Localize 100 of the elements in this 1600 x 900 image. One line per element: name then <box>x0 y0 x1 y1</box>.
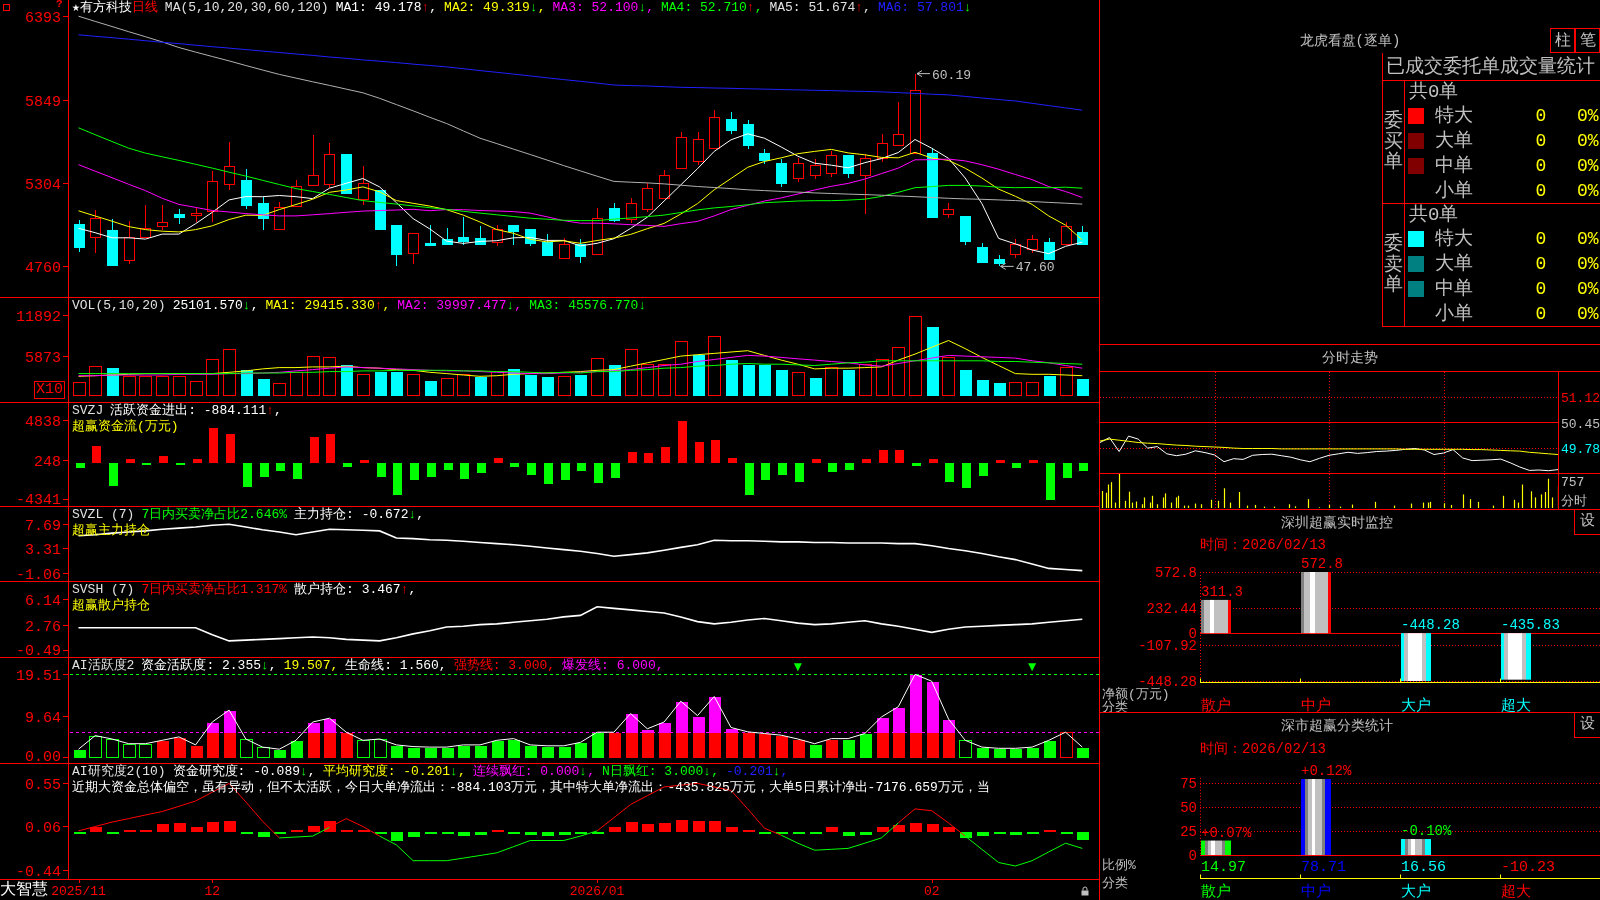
bar <box>141 462 151 465</box>
bar <box>242 462 252 487</box>
view-toggle-button[interactable]: 柱 <box>1550 28 1575 53</box>
bar <box>1009 748 1022 758</box>
candlestick <box>743 119 754 149</box>
bar <box>1026 382 1039 396</box>
order-percent: 0% <box>1577 252 1599 275</box>
period-label: 日线 <box>131 0 158 16</box>
date-time-label: 时间：2026/02/13 <box>1200 741 1326 757</box>
bar <box>926 732 939 758</box>
bar <box>125 458 135 463</box>
bar <box>859 364 872 396</box>
bar <box>825 739 838 758</box>
bar-value-label: -448.28 <box>1401 617 1460 634</box>
app-name: 大智慧 <box>0 880 48 900</box>
indicator-readout: 7日内买卖净占比1.317% <box>141 582 288 598</box>
bar <box>173 737 186 758</box>
settings-button[interactable]: 设 <box>1574 713 1600 738</box>
bar <box>658 732 671 758</box>
bar <box>794 462 804 482</box>
bar <box>507 831 520 834</box>
indicator-readout: MA3: 52.100↓, <box>552 0 654 16</box>
bar <box>524 374 537 396</box>
bar <box>993 382 1006 396</box>
bar <box>926 326 939 396</box>
bar-value-label: 78.71 <box>1301 859 1346 876</box>
bar <box>942 732 955 758</box>
settings-button[interactable]: 设 <box>1574 510 1600 535</box>
axis-tick-label: 75 <box>1180 775 1197 792</box>
bar <box>541 376 554 396</box>
axis-tick-label: 4760 <box>25 259 61 277</box>
axis-tick-label: 248 <box>34 453 61 471</box>
axis-title: 分类 <box>1102 700 1128 712</box>
order-count: 0 <box>1534 227 1548 250</box>
bar <box>909 822 922 832</box>
bar <box>593 462 603 483</box>
bar <box>909 732 922 758</box>
help-mark: ? <box>56 0 63 9</box>
indicator-readout: 散户持仓: 3.467↑, <box>294 582 417 598</box>
bar <box>507 739 520 758</box>
bar <box>892 732 905 758</box>
bar <box>175 462 185 465</box>
indicator-name: VOL(5,10,20) <box>72 298 166 314</box>
indicator-name: MA(5,10,20,30,60,120) <box>164 0 329 16</box>
bar <box>892 824 905 832</box>
category-label: 散户 <box>1201 884 1231 900</box>
bar <box>878 449 888 463</box>
indicator-name: SVZL (7) <box>72 507 135 523</box>
bar <box>1076 831 1089 840</box>
bar <box>675 819 688 832</box>
bar <box>374 831 387 834</box>
bar <box>760 462 770 480</box>
order-type-label: 中单 <box>1435 154 1474 177</box>
axis-tick-label: 5849 <box>25 93 61 111</box>
bar <box>625 349 638 396</box>
order-count: 0 <box>1534 277 1548 300</box>
bar <box>560 462 570 480</box>
indicator-readout: 连续飘红: 0.000↓, <box>472 764 595 780</box>
candlestick <box>943 202 954 219</box>
bar <box>474 745 487 758</box>
bar <box>692 732 705 758</box>
order-count: 0 <box>1534 252 1548 275</box>
bar <box>340 732 353 758</box>
bar <box>591 831 604 834</box>
chart-mode-label: 分时 <box>1561 495 1587 509</box>
bar <box>558 746 571 758</box>
bar <box>792 739 805 758</box>
axis-tick-label: 5873 <box>25 349 61 367</box>
bar <box>725 359 738 396</box>
price-tick-label: 51.12 <box>1561 391 1600 407</box>
change-label: +0.07% <box>1201 824 1252 841</box>
bar <box>627 451 637 463</box>
bar <box>944 462 954 482</box>
bar <box>156 823 169 832</box>
bar <box>340 364 353 396</box>
bar <box>91 445 101 463</box>
price-annotation: 47.60 <box>1000 260 1055 276</box>
bar <box>842 369 855 396</box>
bar <box>694 441 704 463</box>
bar <box>876 732 889 758</box>
axis-tick-label: -1.06 <box>16 566 61 581</box>
bar <box>643 452 653 463</box>
bar <box>474 376 487 396</box>
order-count: 0 <box>1534 179 1548 202</box>
axis-tick-label: 5304 <box>25 176 61 194</box>
bar <box>392 462 402 495</box>
bar <box>225 433 235 463</box>
axis-tick-label: 7.69 <box>25 517 61 535</box>
view-toggle-button[interactable]: 笔 <box>1575 28 1600 53</box>
date-time-label: 时间：2026/02/13 <box>1200 537 1326 553</box>
indicator-name: AI活跃度2 <box>72 658 135 674</box>
panel-title: 深市超赢分类统计 <box>1281 716 1393 735</box>
category-label: 大户 <box>1401 698 1431 712</box>
bar <box>459 462 469 479</box>
bar <box>876 826 889 832</box>
order-percent: 0% <box>1577 154 1599 177</box>
unit-label: X10 <box>34 381 65 399</box>
annotation: 47.60 <box>1015 260 1055 276</box>
bar <box>959 740 972 758</box>
panel-title: 分时走势 <box>1322 349 1378 367</box>
